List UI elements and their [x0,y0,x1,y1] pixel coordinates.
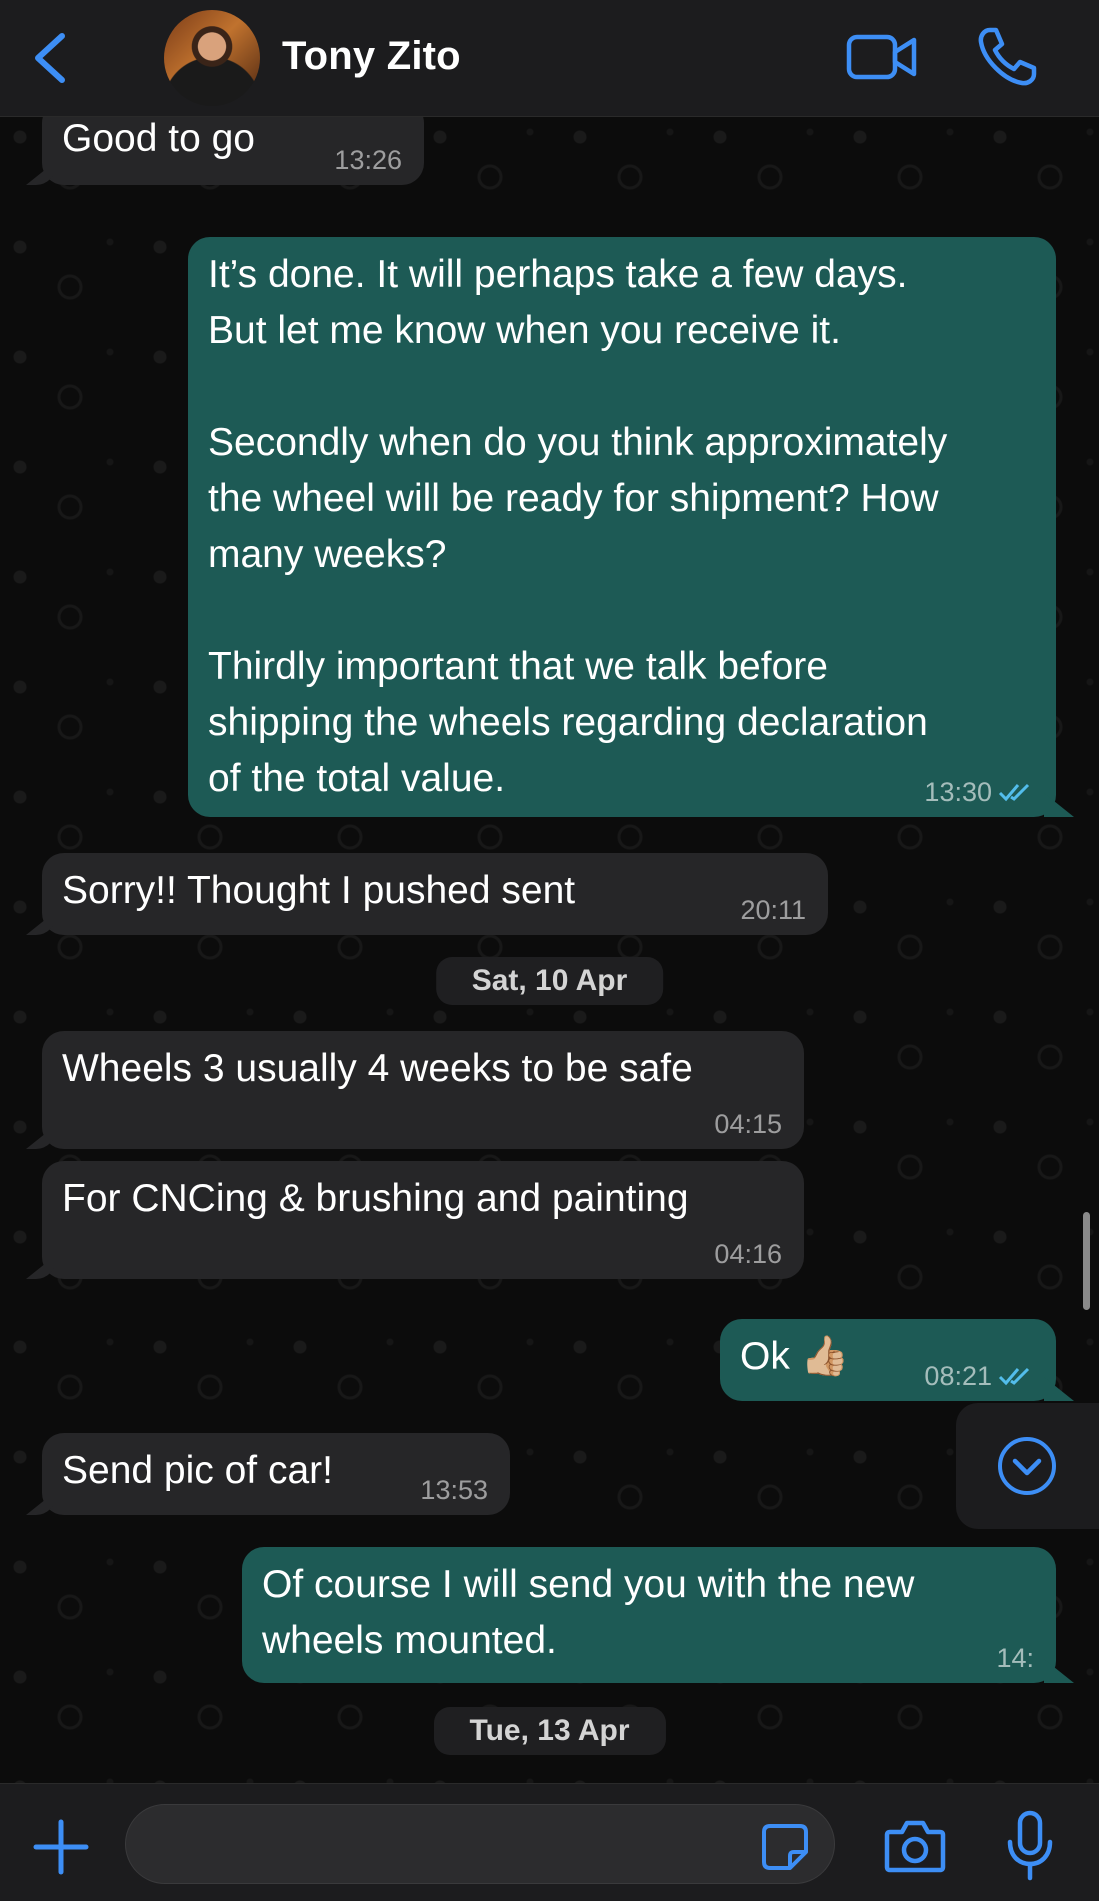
date-separator: Tue, 13 Apr [433,1707,666,1755]
message-bubble[interactable]: For CNCing & brushing and painting 04:16 [42,1161,804,1279]
back-button[interactable] [28,28,74,88]
phone-icon [978,27,1037,86]
message-text: Sorry!! Thought I pushed sent [62,869,576,912]
message-bubble[interactable]: Sorry!! Thought I pushed sent 20:11 [42,853,828,935]
message-text: It’s done. It will perhaps take a few da… [208,253,948,800]
message-time: 20:11 [740,895,806,925]
avatar[interactable] [164,10,260,106]
composer-bar [0,1783,1099,1901]
microphone-button[interactable] [1006,1810,1054,1882]
plus-icon [33,1819,89,1875]
message-bubble[interactable]: Ok 👍🏼 08:21 [720,1319,1056,1401]
message-time: 04:15 [714,1109,782,1139]
camera-icon [884,1820,946,1873]
message-input[interactable] [125,1804,835,1884]
read-ticks-icon [998,783,1030,802]
message-time: 14: [996,1643,1034,1673]
sticker-button[interactable] [760,1822,810,1872]
message-bubble[interactable]: Wheels 3 usually 4 weeks to be safe 04:1… [42,1031,804,1149]
chat-header: Tony Zito [0,0,1099,117]
message-text: For CNCing & brushing and painting [62,1177,689,1220]
message-time: 04:16 [714,1239,782,1269]
contact-name[interactable]: Tony Zito [282,34,461,79]
voice-call-button[interactable] [976,26,1038,88]
message-bubble[interactable]: Good to go 13:26 [42,117,424,185]
message-list[interactable]: Good to go 13:26 It’s done. It will perh… [0,117,1099,1783]
message-bubble[interactable]: Of course I will send you with the new w… [242,1547,1056,1683]
date-separator: Sat, 10 Apr [435,957,664,1005]
message-text: Of course I will send you with the new w… [262,1563,915,1662]
message-time: 13:26 [334,145,402,175]
scroll-to-bottom-button[interactable] [956,1403,1099,1529]
microphone-icon [1007,1810,1053,1881]
read-ticks-icon [998,1367,1030,1386]
attach-button[interactable] [30,1816,92,1878]
scrollbar[interactable] [1083,1212,1090,1310]
message-bubble[interactable]: Send pic of car! 13:53 [42,1433,510,1515]
chevron-down-circle-icon [998,1437,1056,1495]
sticker-icon [762,1824,808,1870]
message-time: 08:21 [924,1361,1034,1391]
video-camera-icon [846,34,917,80]
camera-button[interactable] [884,1818,946,1874]
message-text: Wheels 3 usually 4 weeks to be safe [62,1047,693,1090]
message-bubble[interactable]: It’s done. It will perhaps take a few da… [188,237,1056,817]
message-time: 13:30 [924,777,1034,807]
video-call-button[interactable] [846,32,918,82]
message-time: 13:53 [420,1475,488,1505]
chevron-left-icon [35,33,65,83]
